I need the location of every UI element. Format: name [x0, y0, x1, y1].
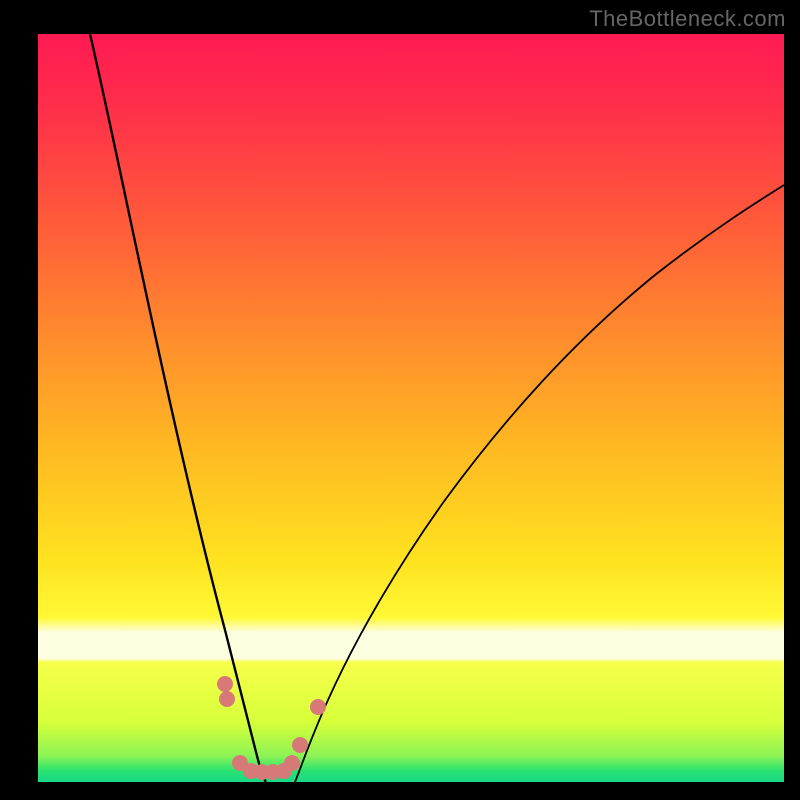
marker-dot [219, 691, 235, 707]
plot-background [38, 34, 784, 782]
marker-dot [310, 699, 326, 715]
marker-dot [284, 755, 300, 771]
marker-dot [292, 737, 308, 753]
chart-svg [0, 0, 800, 800]
marker-dot [217, 676, 233, 692]
chart-frame: TheBottleneck.com [0, 0, 800, 800]
watermark-text: TheBottleneck.com [589, 6, 786, 32]
